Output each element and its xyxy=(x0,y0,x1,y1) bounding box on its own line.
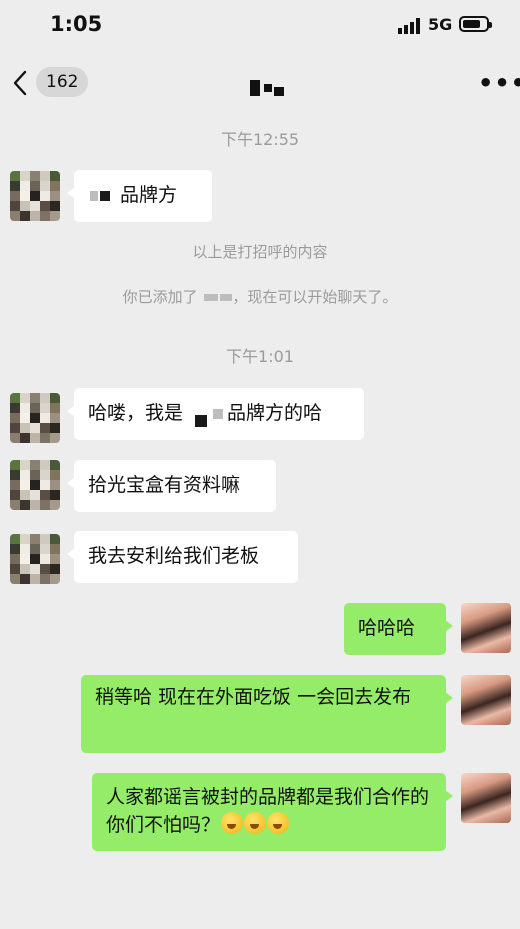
redacted-name xyxy=(90,190,98,201)
contact-avatar[interactable] xyxy=(10,460,60,510)
message-bubble-sent[interactable]: 哈哈哈 xyxy=(344,603,453,655)
signal-icon xyxy=(398,18,420,34)
message-text: 品牌方的哈 xyxy=(227,402,323,424)
redacted-name xyxy=(195,415,208,427)
timestamp: 下午12:55 xyxy=(220,130,300,149)
message-text: 稍等哈 现在在外面吃饭 一会回去发布 xyxy=(95,686,412,708)
redacted-name xyxy=(204,294,219,301)
message-bubble[interactable]: 哈喽，我是 品牌方的哈 xyxy=(67,388,364,440)
contact-avatar[interactable] xyxy=(10,393,60,443)
redacted-name xyxy=(220,294,233,301)
redacted-name xyxy=(213,408,224,419)
thinking-emoji-icon xyxy=(221,812,244,834)
message-bubble[interactable]: 拾光宝盒有资料嘛 xyxy=(67,460,276,512)
back-icon[interactable] xyxy=(12,70,28,96)
message-text: 品牌方 xyxy=(120,184,178,206)
system-message: 你已添加了 ，现在可以开始聊天了。 xyxy=(122,288,398,306)
redacted-name xyxy=(100,190,110,201)
message-bubble[interactable]: 我去安利给我们老板 xyxy=(67,531,298,583)
message-bubble[interactable]: 品牌方 xyxy=(67,170,212,222)
contact-avatar[interactable] xyxy=(10,534,60,584)
message-text: 我去安利给我们老板 xyxy=(88,545,260,567)
thinking-emoji-icon xyxy=(244,812,267,834)
contact-avatar[interactable] xyxy=(10,171,60,221)
message-text: 拾光宝盒有资料嘛 xyxy=(88,474,241,496)
message-bubble-sent[interactable]: 稍等哈 现在在外面吃饭 一会回去发布 xyxy=(81,675,453,753)
message-text: 哈哈哈 xyxy=(358,617,416,639)
status-time: 1:05 xyxy=(50,12,103,36)
system-message: 以上是打招呼的内容 xyxy=(192,243,328,261)
user-avatar[interactable] xyxy=(461,773,511,823)
battery-icon xyxy=(459,16,492,32)
message-bubble-sent[interactable]: 人家都谣言被封的品牌都是我们合作的你们不怕吗？ xyxy=(92,773,453,851)
chat-header: 162 ••• xyxy=(0,52,520,112)
chat-title xyxy=(250,78,286,96)
thinking-emoji-icon xyxy=(267,812,290,834)
unread-count-badge[interactable]: 162 xyxy=(36,67,89,97)
timestamp: 下午1:01 xyxy=(226,347,294,366)
message-text: 哈喽，我是 xyxy=(88,402,184,424)
network-label: 5G xyxy=(428,15,453,34)
user-avatar[interactable] xyxy=(461,675,511,725)
more-options-icon[interactable]: ••• xyxy=(478,71,520,95)
status-bar: 1:05 5G xyxy=(0,0,520,52)
user-avatar[interactable] xyxy=(461,603,511,653)
